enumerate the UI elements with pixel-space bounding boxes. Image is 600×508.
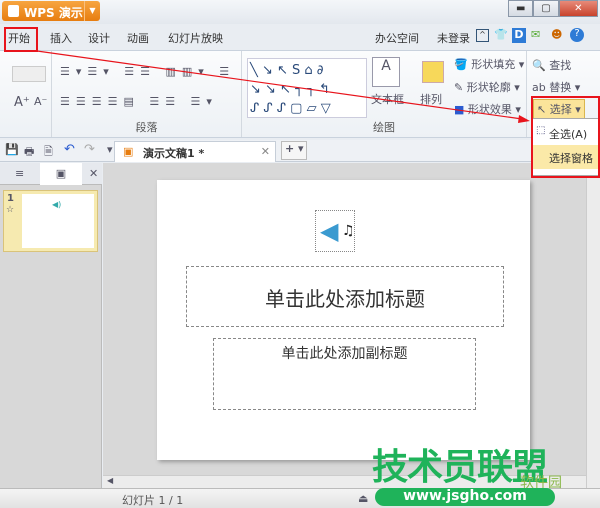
- highlight-box-home: [4, 27, 38, 52]
- highlight-box-select: [531, 96, 600, 178]
- annotation-arrow: [36, 50, 530, 123]
